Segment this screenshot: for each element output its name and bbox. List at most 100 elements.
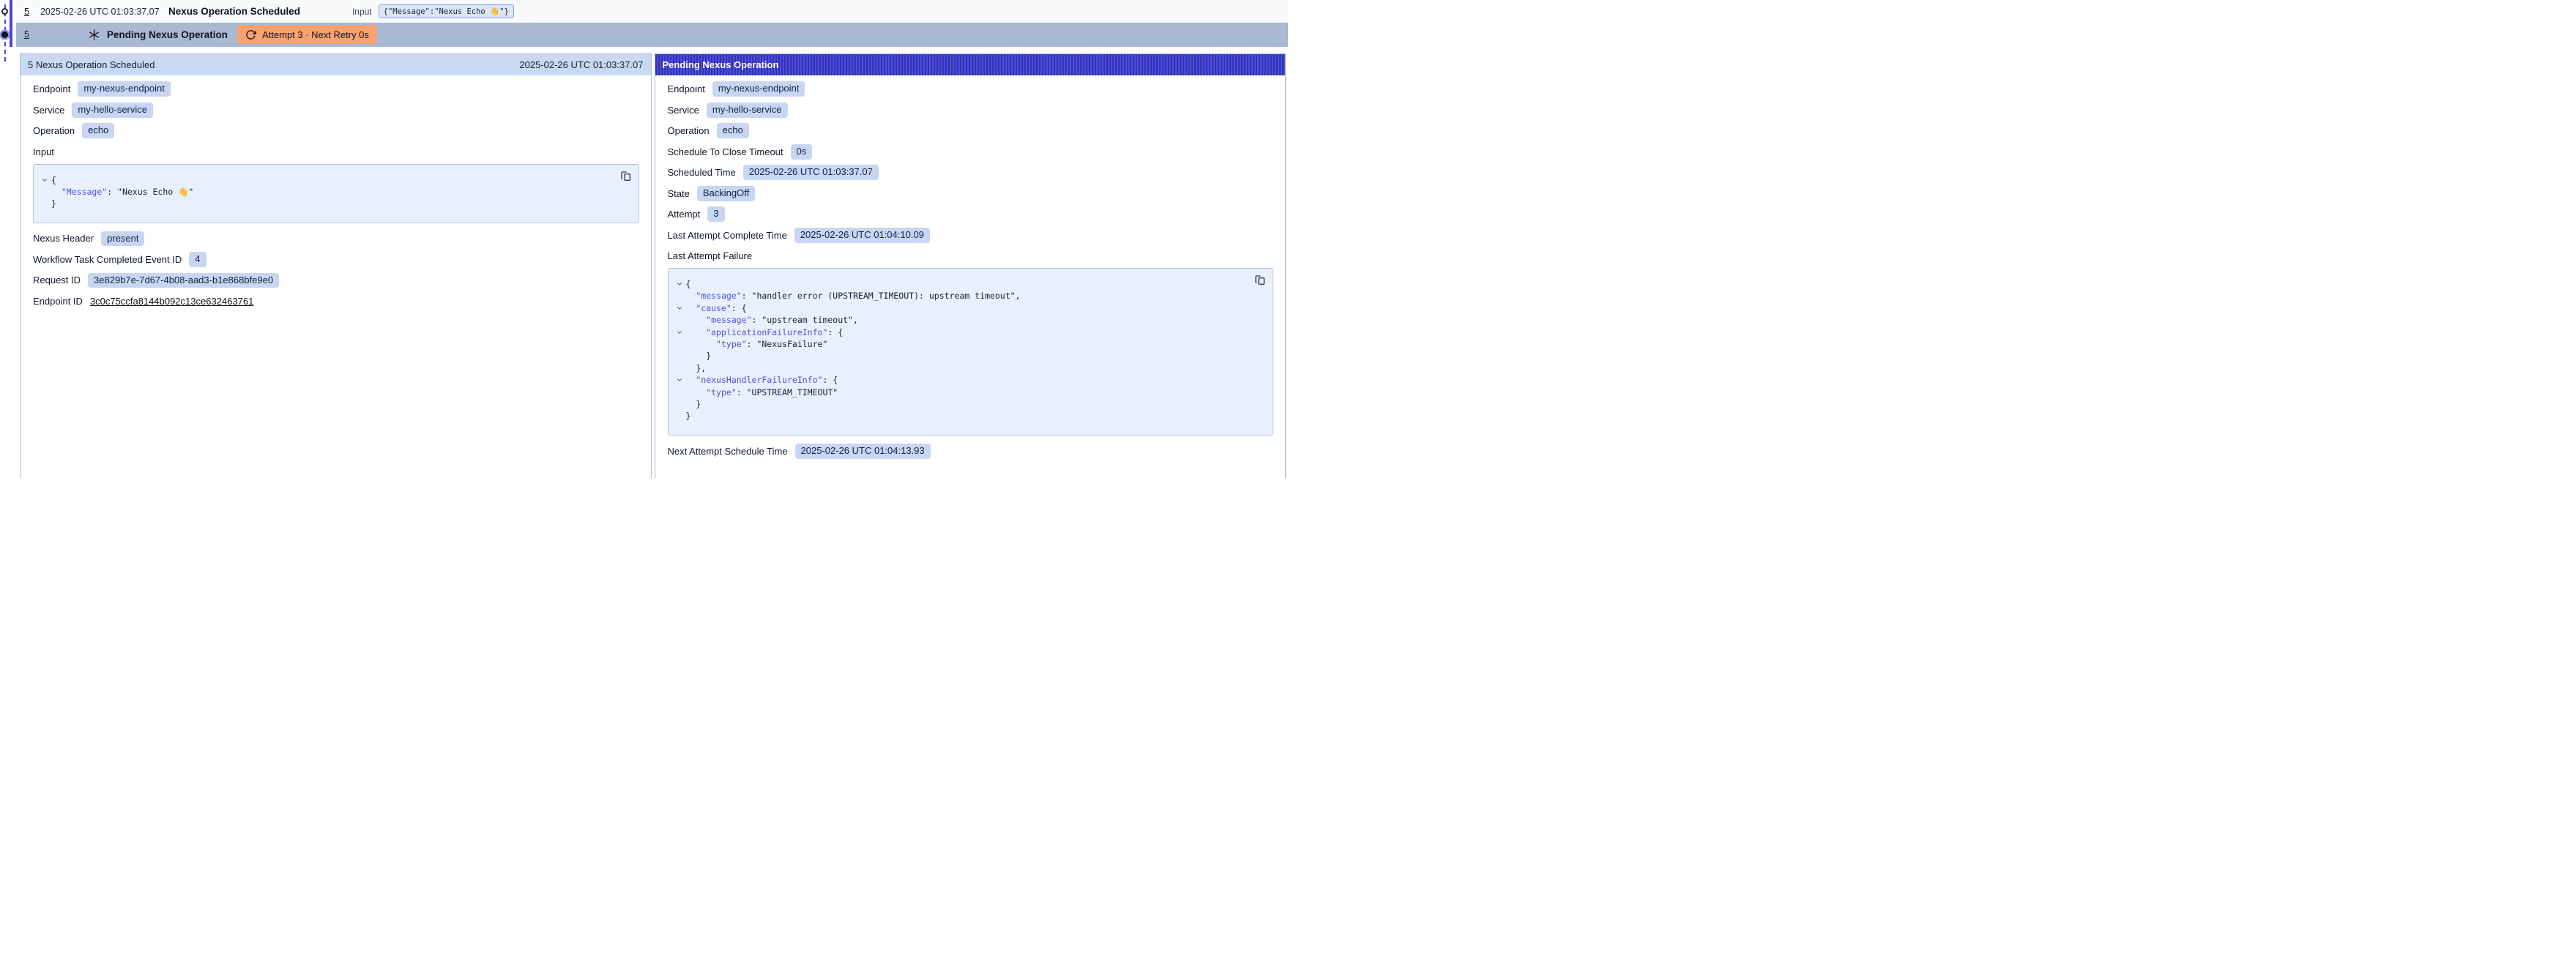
event-detail-body: Endpointmy-nexus-endpoint Service my-hello… <box>21 75 651 312</box>
scheduled-time-label: Scheduled Time <box>668 167 736 178</box>
code-text: "type": "UPSTREAM_TIMEOUT" <box>686 386 838 398</box>
chevron-down-icon[interactable] <box>673 302 686 314</box>
service-label: Service <box>668 105 699 116</box>
timeline-node-open-icon <box>1 8 8 15</box>
schedule-to-close-timeout-value: 0s <box>791 144 813 160</box>
code-gutter <box>673 290 686 302</box>
event-detail-header: 5 Nexus Operation Scheduled 2025-02-26 U… <box>21 54 651 75</box>
code-line: { <box>673 278 1244 290</box>
code-text: } <box>51 198 56 209</box>
code-text: } <box>686 398 701 410</box>
pending-asterisk-icon <box>88 29 100 41</box>
last-attempt-complete-time-value: 2025-02-26 UTC 01:04:10.09 <box>794 228 930 243</box>
code-gutter <box>673 386 686 398</box>
copy-icon[interactable] <box>1254 275 1266 286</box>
service-value: my-hello-service <box>707 102 788 118</box>
field-scheduled-time: Scheduled Time 2025-02-26 UTC 01:03:37.07 <box>668 163 1274 184</box>
pending-id-link[interactable]: 5 <box>24 29 29 40</box>
endpoint-value: my-nexus-endpoint <box>78 81 171 97</box>
field-endpoint-id: Endpoint ID3c0c75ccfa8144b092c13ce632463… <box>33 291 639 312</box>
chevron-down-icon[interactable] <box>673 278 686 290</box>
timeline-node-active-icon <box>1 31 8 38</box>
field-state: State BackingOff <box>668 183 1274 204</box>
last-attempt-failure-code-block: { "message": "handler error (UPSTREAM_TI… <box>668 268 1274 436</box>
event-history-view: 5 2025-02-26 UTC 01:03:37.07 Nexus Opera… <box>0 0 1288 478</box>
retry-badge-label: Attempt 3 · Next Retry 0s <box>262 29 369 40</box>
code-line: "applicationFailureInfo": { <box>673 326 1244 338</box>
code-gutter <box>673 362 686 374</box>
field-endpoint: Endpointmy-nexus-endpoint <box>33 79 639 100</box>
field-nexus-header: Nexus Headerpresent <box>33 228 639 250</box>
next-attempt-schedule-time-value: 2025-02-26 UTC 01:04:13.93 <box>795 444 931 459</box>
operation-value: echo <box>717 123 749 138</box>
code-gutter <box>673 314 686 326</box>
last-attempt-failure-label: Last Attempt Failure <box>668 250 753 261</box>
code-line: } <box>673 398 1244 410</box>
operation-label: Operation <box>668 125 710 136</box>
operation-label: Operation <box>33 125 75 136</box>
timeline-active-bar <box>10 0 12 47</box>
retry-badge: Attempt 3 · Next Retry 0s <box>237 25 377 44</box>
request-id-label: Request ID <box>33 275 81 285</box>
code-line: } <box>673 350 1244 362</box>
endpoint-label: Endpoint <box>668 83 705 94</box>
code-text: { <box>51 174 56 186</box>
event-detail-title: 5 Nexus Operation Scheduled <box>28 59 155 70</box>
code-gutter <box>673 410 686 422</box>
pending-nexus-operation-row[interactable]: 5 Pending Nexus Operation Attempt 3 · Ne… <box>16 23 1288 47</box>
code-gutter <box>38 198 51 209</box>
code-text: "Message": "Nexus Echo 👋" <box>51 186 193 198</box>
chevron-down-icon[interactable] <box>38 174 51 186</box>
pending-operation-title: Pending Nexus Operation <box>663 59 779 70</box>
event-row-nexus-operation-scheduled[interactable]: 5 2025-02-26 UTC 01:03:37.07 Nexus Opera… <box>16 0 1288 23</box>
input-code-block: { "Message": "Nexus Echo 👋"} <box>33 164 639 223</box>
code-text: } <box>686 350 712 362</box>
code-text: { <box>686 278 691 290</box>
field-operation: Operation echo <box>668 121 1274 142</box>
code-line: } <box>673 410 1244 422</box>
event-id-link[interactable]: 5 <box>24 7 29 17</box>
field-service: Service my-hello-service <box>33 100 639 121</box>
pending-operation-panel: Pending Nexus Operation Endpoint my-nexus… <box>655 53 1287 479</box>
request-id-value: 3e829b7e-7d67-4b08-aad3-b1e868bfe9e0 <box>88 273 279 288</box>
event-detail-panel: 5 Nexus Operation Scheduled 2025-02-26 U… <box>20 53 652 479</box>
code-text: "type": "NexusFailure" <box>686 338 828 350</box>
field-endpoint: Endpoint my-nexus-endpoint <box>668 79 1274 100</box>
state-value: BackingOff <box>697 186 755 201</box>
scheduled-time-value: 2025-02-26 UTC 01:03:37.07 <box>743 165 879 180</box>
state-label: State <box>668 188 690 199</box>
field-workflow-task-completed-event-id: Workflow Task Completed Event ID4 <box>33 249 639 270</box>
code-line: "Message": "Nexus Echo 👋" <box>38 186 609 198</box>
operation-value: echo <box>82 123 114 138</box>
field-last-attempt-failure: Last Attempt Failure <box>668 246 1274 267</box>
code-line: } <box>38 198 609 209</box>
attempt-label: Attempt <box>668 209 701 220</box>
code-line: "cause": { <box>673 302 1244 314</box>
nexus-header-value: present <box>101 231 144 247</box>
pending-operation-header: Pending Nexus Operation <box>655 54 1286 75</box>
event-title: Nexus Operation Scheduled <box>168 6 326 17</box>
service-label: Service <box>33 105 64 116</box>
copy-icon[interactable] <box>620 171 632 182</box>
chevron-down-icon[interactable] <box>673 326 686 338</box>
code-gutter <box>673 398 686 410</box>
code-text: } <box>686 410 691 422</box>
endpoint-value: my-nexus-endpoint <box>712 81 805 97</box>
code-line: "nexusHandlerFailureInfo": { <box>673 374 1244 386</box>
code-text: "message": "upstream timeout", <box>686 314 858 326</box>
pending-title: Pending Nexus Operation <box>107 29 228 40</box>
endpoint-id-value[interactable]: 3c0c75ccfa8144b092c13ce632463761 <box>90 296 253 307</box>
last-attempt-complete-time-label: Last Attempt Complete Time <box>668 230 787 241</box>
service-value: my-hello-service <box>72 102 153 118</box>
code-line: "message": "upstream timeout", <box>673 314 1244 326</box>
field-schedule-to-close-timeout: Schedule To Close Timeout0s <box>668 141 1274 163</box>
chevron-down-icon[interactable] <box>673 374 686 386</box>
retry-icon <box>245 29 256 40</box>
code-text: "message": "handler error (UPSTREAM_TIME… <box>686 290 1021 302</box>
code-text: "applicationFailureInfo": { <box>686 326 844 338</box>
event-detail-timestamp: 2025-02-26 UTC 01:03:37.07 <box>519 59 643 70</box>
field-last-attempt-complete-time: Last Attempt Complete Time 2025-02-26 UTC… <box>668 225 1274 246</box>
code-gutter <box>38 186 51 198</box>
field-next-attempt-schedule-time: Next Attempt Schedule Time2025-02-26 UTC… <box>668 441 1274 462</box>
input-label: Input <box>33 146 54 157</box>
